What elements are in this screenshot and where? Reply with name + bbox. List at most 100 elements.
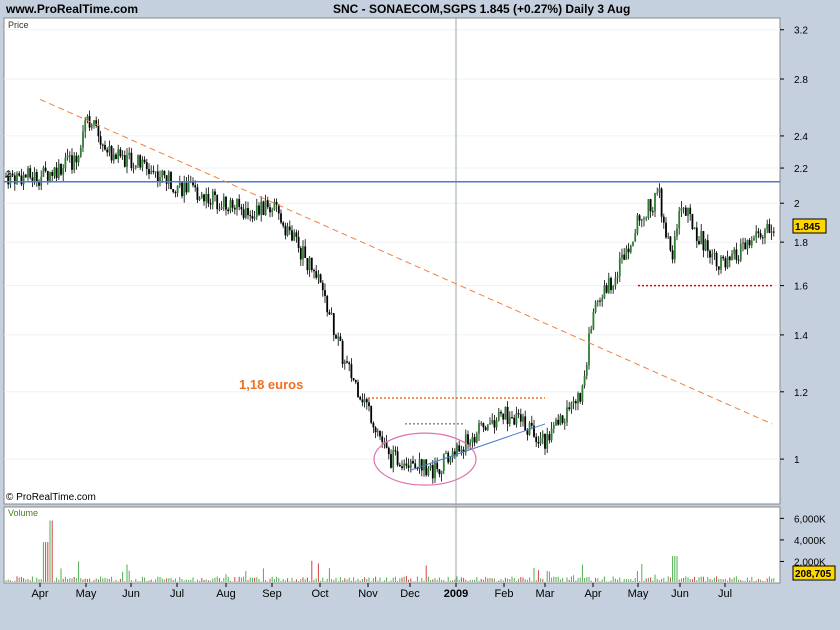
candle-body (739, 243, 742, 260)
candle-body (491, 420, 494, 424)
candle-body (726, 256, 729, 268)
candle-body (676, 228, 678, 237)
candle-body (427, 468, 430, 476)
price-panel-label: Price (8, 20, 29, 30)
candle-body (405, 463, 408, 466)
candle-body (530, 422, 533, 426)
candle-body (51, 172, 54, 176)
candle-body (214, 191, 216, 196)
candle-body (242, 209, 245, 218)
candle-body (280, 213, 282, 223)
candle-body (150, 170, 153, 174)
price-panel[interactable] (3, 17, 781, 505)
candle-body (29, 168, 32, 178)
candle-body (293, 232, 296, 241)
candle-body (478, 423, 480, 434)
candle-body (497, 411, 500, 421)
candle-body (33, 171, 36, 181)
candle-body (770, 231, 773, 233)
candle-body (748, 240, 751, 246)
candle-body (610, 277, 612, 291)
candle-body (612, 285, 615, 291)
candle-body (396, 451, 399, 465)
candle-body (724, 258, 727, 268)
candle-body (141, 159, 144, 168)
candle-body (431, 464, 434, 479)
candle-body (539, 437, 542, 444)
candle-body (398, 464, 401, 467)
candle-body (299, 247, 302, 260)
candle-body (291, 230, 293, 241)
candle-body (227, 209, 230, 212)
candle-body (482, 423, 485, 428)
candle-body (154, 171, 157, 173)
candle-body (667, 236, 670, 238)
candle-body (216, 195, 219, 210)
candle-body (709, 250, 711, 258)
volume-tick-label: 4,000K (794, 536, 826, 547)
candle-body (574, 401, 577, 404)
candle-body (695, 227, 698, 241)
candle-body (97, 126, 100, 137)
candle-body (513, 417, 516, 425)
candle-body (20, 175, 23, 185)
volume-tick-label: 6,000K (794, 514, 826, 525)
volume-panel[interactable] (3, 506, 781, 584)
candle-body (207, 193, 210, 204)
candle-body (44, 167, 47, 171)
candle-body (79, 147, 82, 157)
price-tick-label: 1.4 (794, 331, 808, 342)
candle-body (656, 192, 659, 194)
candle-body (99, 136, 102, 145)
candle-body (194, 185, 197, 188)
candle-body (339, 336, 342, 341)
candle-body (691, 214, 694, 229)
candle-body (361, 399, 364, 403)
candle-body (654, 193, 656, 212)
candle-body (183, 182, 186, 197)
candle-body (337, 336, 340, 339)
candle-body (440, 470, 443, 475)
candle-body (702, 231, 705, 251)
candle-body (77, 156, 80, 163)
candle-body (381, 436, 384, 442)
candle-body (187, 181, 190, 193)
candle-body (722, 256, 725, 259)
candle-body (178, 182, 181, 186)
candle-body (315, 271, 318, 278)
candle-body (647, 199, 650, 218)
candle-body (271, 209, 274, 213)
candle-body (172, 189, 175, 193)
candle-body (706, 240, 709, 251)
candle-body (750, 240, 753, 246)
candle-body (255, 205, 258, 218)
candle-body (121, 155, 124, 157)
price-tick-label: 2.2 (794, 164, 808, 175)
candle-body (434, 462, 436, 479)
candle-body (720, 256, 722, 270)
candle-body (46, 170, 49, 181)
candle-body (671, 250, 674, 260)
candle-body (713, 252, 716, 255)
x-tick-label: Oct (311, 588, 328, 600)
candle-body (544, 433, 546, 449)
candle-body (372, 422, 375, 428)
candle-body (522, 416, 524, 422)
candle-body (603, 285, 606, 299)
candle-body (570, 402, 573, 410)
candle-body (350, 364, 353, 379)
candle-body (101, 144, 104, 146)
candle-body (139, 155, 142, 168)
candle-body (640, 219, 643, 221)
candle-body (220, 206, 223, 210)
candle-body (555, 419, 557, 426)
candle-body (244, 208, 247, 218)
candle-body (625, 248, 628, 260)
x-tick-label: May (76, 588, 97, 600)
candle-body (128, 152, 131, 156)
candle-body (451, 451, 454, 458)
candle-body (27, 168, 29, 178)
candle-body (616, 276, 619, 278)
candle-body (266, 200, 269, 208)
candle-body (104, 144, 106, 150)
